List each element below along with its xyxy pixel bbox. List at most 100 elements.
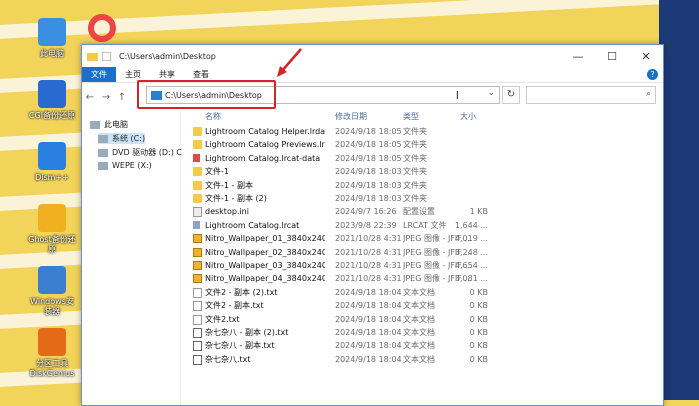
desktop-shortcut-label: Ghost备份还原 xyxy=(28,235,76,254)
file-type: 文本文档 xyxy=(403,341,435,351)
file-name: Nitro_Wallpaper_04_3840x2400... xyxy=(205,274,325,284)
file-row[interactable]: 文件2 - 副本.txt 2024/9/18 18:04 文本文档 0 KB xyxy=(190,299,660,312)
file-name: Nitro_Wallpaper_03_3840x2400... xyxy=(205,261,325,270)
title-bar[interactable]: C:\Users\admin\Desktop — ☐ ✕ xyxy=(82,45,663,67)
file-name: 杂七杂八 - 副本 (2).txt xyxy=(205,328,289,337)
file-date: 2024/9/18 18:03 xyxy=(335,180,402,190)
folder-file-icon xyxy=(193,167,202,177)
file-size: 3,248 ... xyxy=(454,247,488,257)
file-row[interactable]: Nitro_Wallpaper_01_3840x2400... 2021/10/2… xyxy=(190,232,660,245)
desktop-shortcut[interactable]: Dism++ xyxy=(28,142,76,183)
annotation-arrow-icon xyxy=(277,48,302,77)
desktop-shortcut-label: CGI备份还原 xyxy=(28,111,76,120)
dism-icon xyxy=(38,142,66,170)
desktop-shortcut[interactable]: 分区工具DiskGenius xyxy=(28,328,76,379)
column-header-date[interactable]: 修改日期 xyxy=(335,111,367,122)
nav-item[interactable]: 此电脑 xyxy=(90,119,128,130)
file-row[interactable]: 文件-1 2024/9/18 18:03 文件夹 xyxy=(190,165,660,178)
file-date: 2021/10/28 4:31 xyxy=(335,261,402,270)
file-name: 文件-1 xyxy=(205,167,229,177)
file-name: Nitro_Wallpaper_02_3840x2400... xyxy=(205,247,325,257)
file-size: 4,019 ... xyxy=(454,234,488,244)
ghost-icon xyxy=(38,204,66,232)
file-row[interactable]: 文件2.txt 2024/9/18 18:04 文本文档 0 KB xyxy=(190,313,660,326)
file-name: Lightroom Catalog.lrcat-data xyxy=(205,153,321,163)
folder-file-icon xyxy=(193,140,202,150)
search-icon: ⌕ xyxy=(645,89,651,99)
cgi-backup-icon xyxy=(38,80,66,108)
file-size: 3,081 ... xyxy=(454,274,488,284)
chevron-down-icon[interactable]: ⌄ xyxy=(487,88,495,98)
file-date: 2024/9/18 18:05 xyxy=(335,140,402,150)
nav-item-label: WEPE (X:) xyxy=(112,161,152,170)
file-size: 1,644 ... xyxy=(454,220,488,230)
file-type: 文件夹 xyxy=(403,140,427,150)
diskgenius-icon xyxy=(38,328,66,356)
file-row[interactable]: Lightroom Catalog.lrcat-data 2024/9/18 18… xyxy=(190,152,660,165)
file-name: 文件2 - 副本 (2).txt xyxy=(205,287,278,297)
file-name: Lightroom Catalog.lrcat xyxy=(205,220,300,230)
column-header-size[interactable]: 大小 xyxy=(460,111,476,122)
nav-item-label: 此电脑 xyxy=(104,120,128,129)
file-row[interactable]: 杂七杂八 - 副本.txt 2024/9/18 18:04 文本文档 0 KB xyxy=(190,339,660,352)
drive-icon xyxy=(98,134,108,143)
file-name: 文件-1 - 副本 (2) xyxy=(205,194,267,203)
desktop-shortcut[interactable]: CGI备份还原 xyxy=(28,80,76,121)
file-row[interactable]: 文件-1 - 副本 (2) 2024/9/18 18:03 文件夹 xyxy=(190,192,660,205)
file-size: 1 KB xyxy=(469,207,488,217)
file-row[interactable]: desktop.ini 2024/9/7 16:26 配置设置 1 KB xyxy=(190,205,660,218)
file-row[interactable]: 杂七杂八.txt 2024/9/18 18:04 文本文档 0 KB xyxy=(190,353,660,366)
up-button[interactable]: ↑ xyxy=(114,92,130,103)
file-date: 2021/10/28 4:31 xyxy=(335,234,402,244)
nav-item[interactable]: 系统 (C:) xyxy=(98,133,146,144)
forward-button[interactable]: → xyxy=(98,92,114,103)
file-row[interactable]: 杂七杂八 - 副本 (2).txt 2024/9/18 18:04 文本文档 0 KB xyxy=(190,326,660,339)
minimize-button[interactable]: — xyxy=(561,50,595,63)
file-type: 文本文档 xyxy=(403,354,435,364)
desktop-shortcut[interactable]: Ghost备份还原 xyxy=(28,204,76,255)
cat-file-icon xyxy=(193,220,200,229)
computer-icon xyxy=(90,120,100,129)
quick-access-icon[interactable] xyxy=(102,51,111,61)
file-date: 2024/9/18 18:05 xyxy=(335,153,402,163)
maximize-button[interactable]: ☐ xyxy=(595,50,629,63)
nav-item[interactable]: DVD 驱动器 (D:) C xyxy=(98,147,182,158)
file-type: 文本文档 xyxy=(403,287,435,297)
file-size: 0 KB xyxy=(469,314,488,324)
close-button[interactable]: ✕ xyxy=(629,50,663,63)
nav-item[interactable]: WEPE (X:) xyxy=(98,161,152,170)
desktop-shortcut-label: Windows安装器 xyxy=(30,297,74,316)
file-size: 0 KB xyxy=(469,354,488,364)
help-button[interactable]: ? xyxy=(647,69,658,80)
file-row[interactable]: Lightroom Catalog.lrcat 2023/9/8 22:39 LRC… xyxy=(190,219,660,232)
folder-file-icon xyxy=(193,194,202,203)
file-type: LRCAT 文件 xyxy=(403,220,447,230)
doc-file-icon xyxy=(193,341,202,352)
desktop-shortcut[interactable]: 此电脑 xyxy=(28,18,76,59)
file-row[interactable]: Nitro_Wallpaper_03_3840x2400... 2021/10/2… xyxy=(190,259,660,272)
lifebuoy-icon xyxy=(88,14,116,42)
desktop-shortcut[interactable]: Windows安装器 xyxy=(28,266,76,317)
file-row[interactable]: 文件2 - 副本 (2).txt 2024/9/18 18:04 文本文档 0 KB xyxy=(190,286,660,299)
file-row[interactable]: Lightroom Catalog Previews.lr... 2024/9/1… xyxy=(190,138,660,151)
txt-file-icon xyxy=(193,314,202,325)
refresh-button[interactable]: ↻ xyxy=(502,86,520,104)
tab-file[interactable]: 文件 xyxy=(82,67,116,82)
folder-file-icon xyxy=(193,127,202,136)
ini-file-icon xyxy=(193,207,202,218)
back-button[interactable]: ← xyxy=(82,92,98,103)
file-type: 配置设置 xyxy=(403,207,435,217)
file-name: desktop.ini xyxy=(205,207,249,217)
file-row[interactable]: Lightroom Catalog Helper.lrdata 2024/9/18… xyxy=(190,125,660,138)
file-date: 2023/9/8 22:39 xyxy=(335,220,397,230)
column-header-name[interactable]: 名称 xyxy=(205,111,221,122)
file-row[interactable]: Nitro_Wallpaper_04_3840x2400... 2021/10/2… xyxy=(190,272,660,285)
file-row[interactable]: Nitro_Wallpaper_02_3840x2400... 2021/10/2… xyxy=(190,246,660,259)
search-input[interactable]: ⌕ xyxy=(526,86,656,104)
column-header-type[interactable]: 类型 xyxy=(403,111,419,122)
file-row[interactable]: 文件-1 - 副本 2024/9/18 18:03 文件夹 xyxy=(190,179,660,192)
jpg-file-icon xyxy=(193,274,202,284)
file-date: 2024/9/18 18:05 xyxy=(335,127,402,136)
file-list: 名称 修改日期 类型 大小 Lightroom Catalog Helper.l… xyxy=(190,111,660,405)
text-cursor-icon: I xyxy=(455,88,459,102)
